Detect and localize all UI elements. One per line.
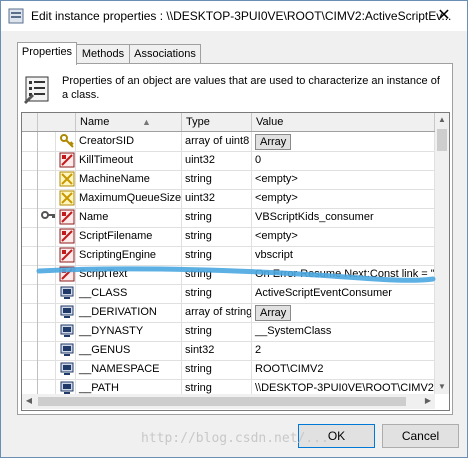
edit-instance-window: Edit instance properties : \\DESKTOP-3PU… [0,0,468,458]
tab-properties[interactable]: Properties [17,42,77,65]
cancel-button[interactable]: Cancel [382,424,459,448]
blue-highlight-stroke [36,266,436,283]
watermark-text: http://blog.csdn.net/... [141,431,329,446]
